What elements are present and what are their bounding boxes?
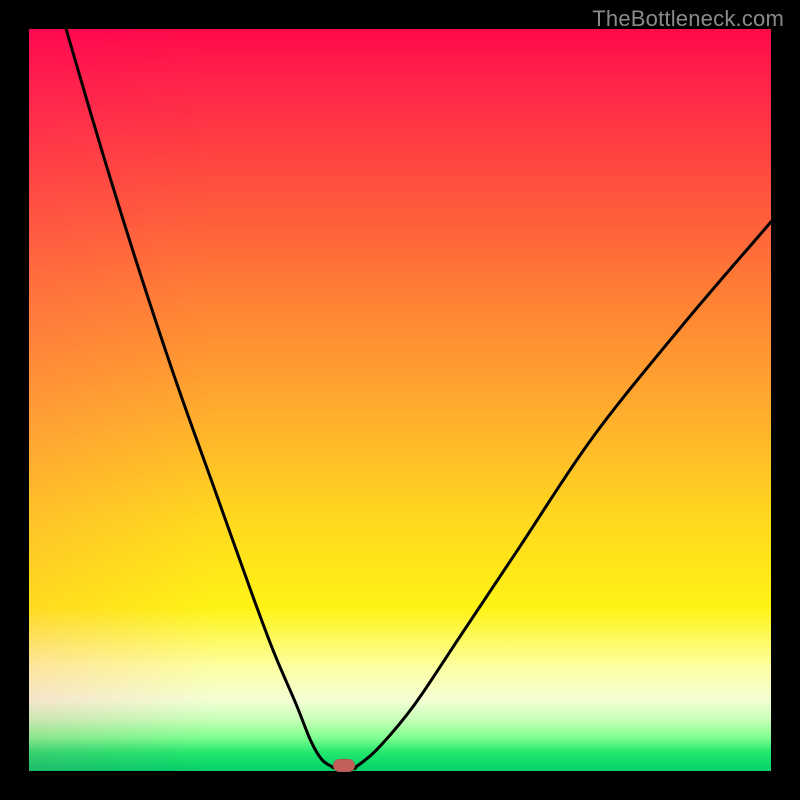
plot-area (29, 29, 771, 771)
bottleneck-curve (29, 29, 771, 771)
chart-frame: TheBottleneck.com (0, 0, 800, 800)
optimal-marker (333, 759, 355, 772)
curve-path (66, 29, 771, 769)
